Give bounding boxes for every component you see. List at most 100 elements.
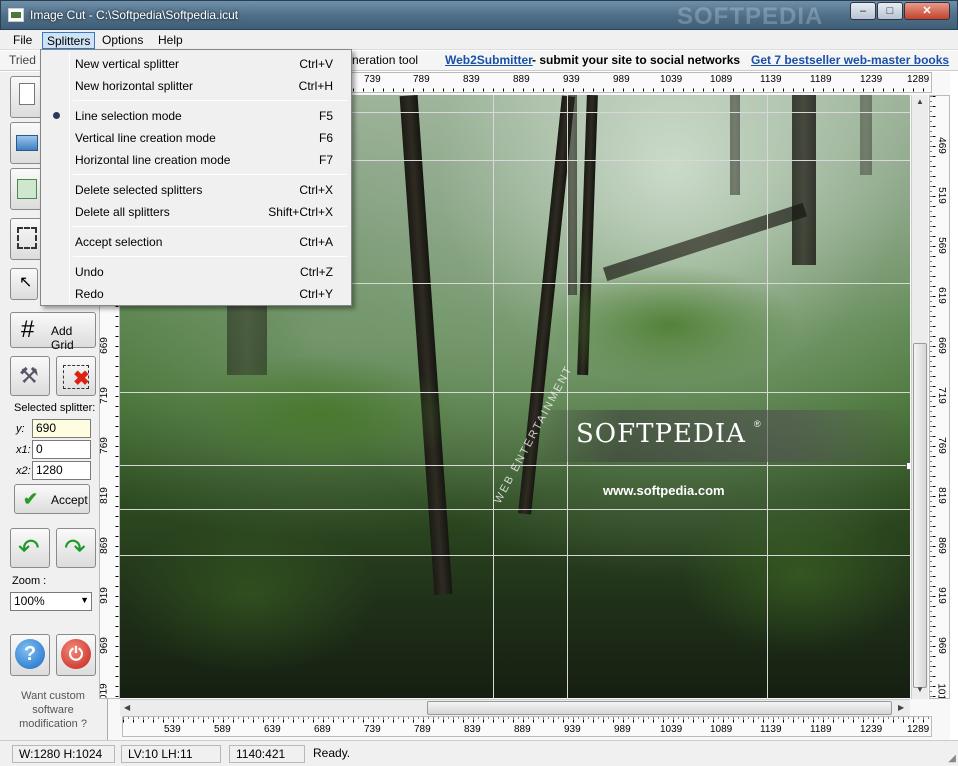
ruler-tick-label: 519 (935, 187, 947, 204)
cut-icon (17, 227, 37, 249)
maximize-button[interactable]: □ (877, 2, 903, 20)
delete-splitter-button[interactable]: ✖ (56, 356, 96, 396)
question-icon: ? (15, 639, 45, 669)
ruler-tick-label: 719 (935, 387, 947, 404)
ruler-tick-label: 769 (935, 437, 947, 454)
menu-options[interactable]: Options (98, 32, 147, 49)
fern (680, 495, 910, 655)
new-file-button[interactable] (10, 76, 42, 118)
tree-trunk (730, 95, 740, 195)
close-button[interactable]: ✕ (904, 2, 950, 20)
menu-vertical-line-creation-mode[interactable]: Vertical line creation mode F6 (43, 127, 349, 148)
menu-help[interactable]: Help (154, 32, 187, 49)
cut-image-button[interactable] (10, 218, 42, 260)
scroll-up-icon[interactable]: ▲ (916, 97, 924, 106)
ruler-tick-label: 889 (514, 724, 531, 735)
radio-checked-icon (53, 112, 60, 119)
help-button[interactable]: ? (10, 634, 50, 676)
exit-button[interactable]: ⏻ (56, 634, 96, 676)
right-ruler: 469 519 569 619 669 719 769 819 869 919 … (929, 95, 950, 699)
ruler-tick-label: 1039 (660, 724, 683, 735)
horizontal-splitter[interactable] (120, 555, 910, 556)
selected-splitter-label: Selected splitter: (14, 402, 96, 414)
y-label: y: (16, 423, 25, 435)
add-grid-button[interactable]: # Add Grid (10, 312, 96, 352)
vertical-splitter[interactable] (493, 95, 494, 698)
y-field[interactable]: 690 (32, 419, 91, 438)
menu-separator (73, 256, 347, 257)
undo-button[interactable]: ↶ (10, 528, 50, 568)
menu-accept-selection[interactable]: Accept selection Ctrl+A (43, 231, 349, 252)
menu-undo[interactable]: Undo Ctrl+Z (43, 261, 349, 282)
webmaster-books-link[interactable]: Get 7 bestseller web-master books (751, 53, 949, 67)
redo-button[interactable]: ↷ (56, 528, 96, 568)
title-watermark: SOFTPEDIA (677, 3, 824, 30)
settings-button[interactable]: ⚒ (10, 356, 50, 396)
ruler-tick-label: 1189 (810, 724, 832, 735)
accept-label: Accept (51, 493, 88, 507)
scroll-left-icon[interactable]: ◀ (124, 703, 130, 712)
menu-item-label: Accept selection (75, 235, 163, 249)
menu-file[interactable]: File (9, 32, 36, 49)
menu-item-shortcut: F7 (318, 153, 333, 167)
ruler-tick-label: 1189 (810, 74, 832, 85)
ruler-tick-label: 639 (264, 724, 281, 735)
menu-new-vertical-splitter[interactable]: New vertical splitter Ctrl+V (43, 53, 349, 74)
menu-splitters[interactable]: Splitters (42, 32, 96, 49)
ruler-tick-label: 689 (314, 724, 331, 735)
save-image-button[interactable] (10, 168, 42, 210)
menu-separator (73, 174, 347, 175)
open-file-button[interactable] (10, 122, 42, 164)
x1-label: x1: (16, 444, 31, 456)
web2submitter-link[interactable]: Web2Submitter (445, 53, 533, 67)
menu-redo[interactable]: Redo Ctrl+Y (43, 283, 349, 304)
web2submitter-desc: - submit your site to social networks (532, 53, 741, 67)
ruler-tick-label: 939 (564, 724, 581, 735)
menu-item-shortcut: F6 (318, 131, 333, 145)
status-coords: 1140:421 (229, 745, 305, 763)
open-folder-icon (16, 135, 38, 151)
softpedia-url: www.softpedia.com (603, 483, 725, 498)
scroll-right-icon[interactable]: ▶ (898, 703, 904, 712)
menu-delete-selected-splitters[interactable]: Delete selected splitters Ctrl+X (43, 179, 349, 200)
title-bar: Image Cut - C:\Softpedia\Softpedia.icut … (0, 0, 958, 30)
zoom-select[interactable]: 100% ▼ (10, 592, 92, 611)
red-x-icon: ✖ (73, 368, 90, 390)
x2-field[interactable]: 1280 (32, 461, 91, 480)
horizontal-scroll-thumb[interactable] (427, 701, 892, 715)
x1-field[interactable]: 0 (32, 440, 91, 459)
menu-separator (73, 226, 347, 227)
power-icon: ⏻ (61, 639, 91, 669)
ruler-tick-label: 739 (364, 724, 381, 735)
wrench-icon: ⚒ (19, 363, 39, 388)
horizontal-splitter[interactable] (120, 392, 910, 393)
vertical-splitter[interactable] (767, 95, 768, 698)
menu-new-horizontal-splitter[interactable]: New horizontal splitter Ctrl+H (43, 75, 349, 96)
menu-separator (73, 100, 347, 101)
accept-button[interactable]: ✔ Accept (14, 484, 90, 514)
ruler-tick-label: 1019 (935, 683, 947, 699)
ruler-tick-label: 819 (99, 487, 110, 504)
menu-delete-all-splitters[interactable]: Delete all splitters Shift+Ctrl+X (43, 201, 349, 222)
softpedia-logo: SOFTPEDIA (576, 419, 746, 449)
menu-line-selection-mode[interactable]: Line selection mode F5 (43, 105, 349, 126)
custom-software-text[interactable]: Want custom software modification ? (8, 689, 98, 731)
tree-trunk (399, 95, 453, 596)
bottom-ruler: 539 589 639 689 739 789 839 889 939 989 … (122, 716, 932, 737)
splitter-handle[interactable] (906, 462, 910, 470)
ruler-tick-label: 819 (935, 487, 947, 504)
vertical-splitter[interactable] (567, 95, 568, 698)
scroll-down-icon[interactable]: ▼ (916, 685, 924, 694)
horizontal-splitter[interactable] (120, 509, 910, 510)
horizontal-scrollbar[interactable]: ◀ ▶ (120, 699, 910, 716)
ruler-tick-label: 589 (214, 724, 231, 735)
vertical-scroll-thumb[interactable] (913, 343, 927, 688)
select-mode-button[interactable]: ↖ (10, 268, 38, 300)
menu-horizontal-line-creation-mode[interactable]: Horizontal line creation mode F7 (43, 149, 349, 170)
vertical-scrollbar[interactable]: ▲ ▼ (911, 95, 928, 699)
menu-item-shortcut: Ctrl+Z (300, 265, 333, 279)
resize-grip-icon[interactable]: ◢ (948, 753, 956, 764)
minimize-button[interactable]: – (850, 2, 876, 20)
ruler-tick-label: 569 (935, 237, 947, 254)
linkbar-mid-text: neration tool (352, 53, 419, 67)
